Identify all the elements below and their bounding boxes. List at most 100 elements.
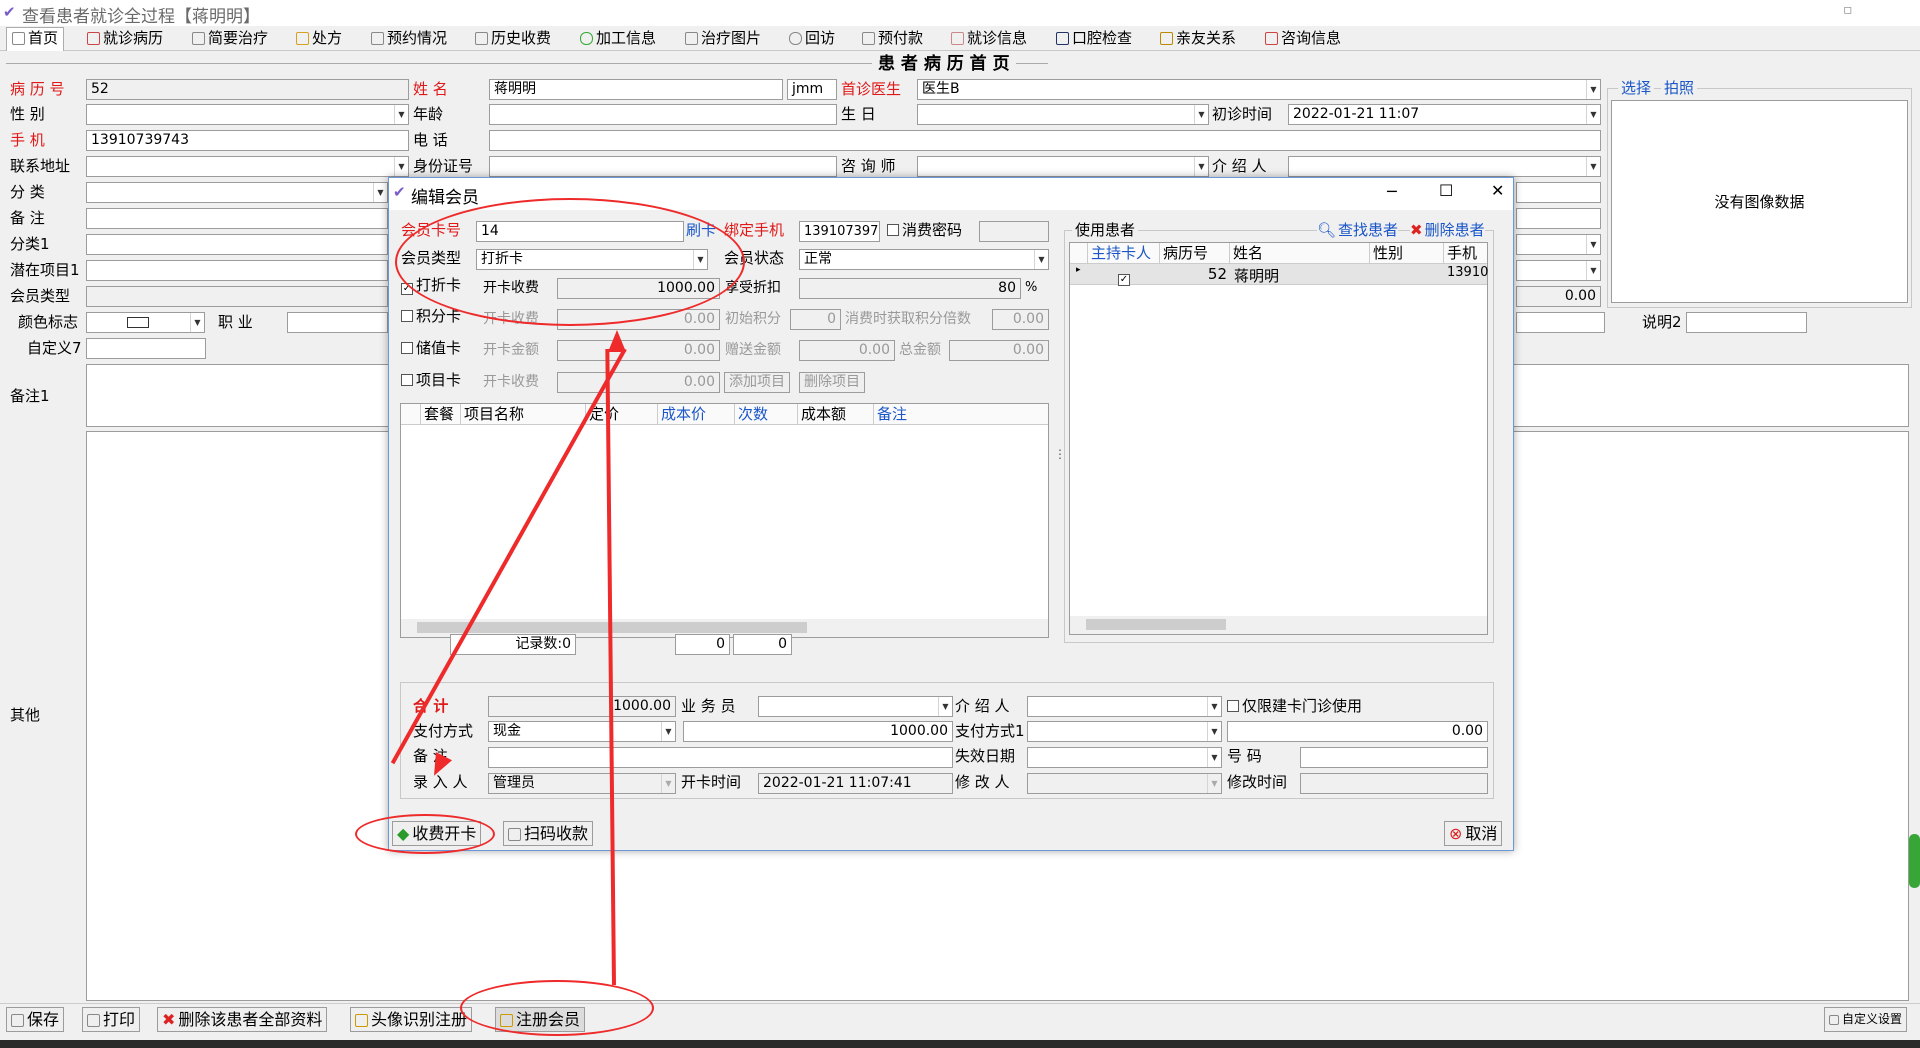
category-extra-field[interactable] (1516, 182, 1601, 203)
dropdown-arrow-icon[interactable]: ▼ (1207, 697, 1221, 716)
maximize-icon[interactable]: ☐ (1439, 181, 1453, 200)
remark-extra-field[interactable] (1516, 208, 1601, 229)
scrollbar-thumb[interactable] (1909, 834, 1920, 888)
tab-followup[interactable]: 回访 (789, 28, 835, 50)
phone-field[interactable] (489, 130, 1601, 151)
dropdown-arrow-icon[interactable]: ▼ (394, 105, 408, 124)
age-field[interactable] (489, 104, 837, 125)
only-clinic-checkbox[interactable]: 仅限建卡门诊使用 (1227, 696, 1362, 716)
item-card-checkbox[interactable]: 项目卡 (401, 370, 461, 390)
tab-history-fees[interactable]: 历史收费 (475, 28, 551, 50)
dropdown-arrow-icon[interactable]: ▼ (661, 722, 675, 741)
salesman-select[interactable]: ▼ (758, 696, 953, 717)
gender-select[interactable]: ▼ (86, 104, 409, 125)
remark-field[interactable] (86, 208, 388, 229)
tab-relatives[interactable]: 亲友关系 (1160, 28, 1236, 50)
member-status-select[interactable]: 正常 ▼ (799, 249, 1049, 270)
name-field[interactable]: 蒋明明 (489, 79, 783, 100)
tab-prescription[interactable]: 处方 (296, 28, 342, 50)
id-no-field[interactable] (489, 156, 837, 177)
category-select[interactable]: ▼ (86, 182, 388, 203)
stored-card-checkbox[interactable]: 储值卡 (401, 338, 461, 358)
footer-remark-field[interactable] (488, 747, 953, 768)
first-doctor-select[interactable]: 医生B ▼ (917, 79, 1601, 100)
dropdown-arrow-icon[interactable]: ▼ (1194, 157, 1208, 176)
tab-appointments[interactable]: 预约情况 (371, 28, 447, 50)
table-row[interactable]: ▸ ✓ 52 蒋明明 1391073 (1070, 264, 1489, 286)
dropdown-arrow-icon[interactable]: ▼ (938, 697, 952, 716)
birthday-field[interactable]: ▼ (917, 104, 1209, 125)
scrollbar[interactable] (1909, 364, 1920, 1001)
pay-amount-field[interactable]: 1000.00 (683, 721, 953, 742)
tab-visit-info[interactable]: 就诊信息 (951, 28, 1027, 50)
discount-field[interactable]: 80 (799, 278, 1021, 299)
dropdown-arrow-icon[interactable]: ▼ (373, 183, 387, 202)
dropdown-arrow-icon[interactable]: ▼ (1586, 157, 1600, 176)
dropdown-arrow-icon[interactable]: ▼ (394, 157, 408, 176)
save-button[interactable]: 保存 (6, 1007, 65, 1032)
dropdown-arrow-icon[interactable]: ▼ (1586, 261, 1600, 280)
patients-hscroll-thumb[interactable] (1086, 619, 1226, 630)
first-visit-field[interactable]: 2022-01-21 11:07 ▼ (1288, 104, 1601, 125)
items-grid[interactable]: 套餐 项目名称 定价 成本价 次数 成本额 备注 (400, 403, 1049, 638)
patients-hscrollbar[interactable] (1070, 616, 1487, 634)
footer-referrer-select[interactable]: ▼ (1027, 696, 1222, 717)
custom7-field[interactable] (86, 338, 206, 359)
delete-all-button[interactable]: ✖ 删除该患者全部资料 (157, 1007, 328, 1032)
expire-date-field[interactable]: ▼ (1027, 747, 1222, 768)
delete-patient-link[interactable]: ✖ 删除患者 (1410, 220, 1485, 240)
minimize-icon[interactable]: ─ (1387, 182, 1397, 201)
pinyin-field[interactable]: jmm (787, 79, 837, 100)
face-register-button[interactable]: 头像识别注册 (350, 1007, 473, 1032)
pay-method2-select[interactable]: ▼ (1027, 721, 1222, 742)
referrer-select[interactable]: ▼ (1288, 156, 1601, 177)
delete-item-button[interactable]: 删除项目 (799, 372, 865, 393)
find-patient-link[interactable]: 🔍︎ 查找患者 (1317, 220, 1399, 240)
dropdown-arrow-icon[interactable]: ▼ (1194, 105, 1208, 124)
pay2-amount-field[interactable]: 0.00 (1227, 721, 1488, 742)
consume-pwd-checkbox[interactable]: 消费密码 (887, 220, 962, 240)
tab-prepay[interactable]: 预付款 (862, 28, 923, 50)
print-button[interactable]: 打印 (82, 1007, 141, 1032)
dropdown-arrow-icon[interactable]: ▼ (1586, 235, 1600, 254)
consultant-select[interactable]: ▼ (917, 156, 1209, 177)
potential-field[interactable] (86, 260, 388, 281)
category1-field[interactable] (86, 234, 388, 255)
dropdown-arrow-icon[interactable]: ▼ (1586, 105, 1600, 124)
tab-images[interactable]: 治疗图片 (685, 28, 761, 50)
mobile-field[interactable]: 13910739743 (86, 130, 409, 151)
cancel-button[interactable]: ⊗ 取消 (1444, 821, 1503, 846)
tab-records[interactable]: 就诊病历 (87, 28, 163, 50)
tab-brief[interactable]: 简要治疗 (192, 28, 268, 50)
photo-select-link[interactable]: 选择 (1618, 78, 1655, 98)
tab-consult[interactable]: 咨询信息 (1265, 28, 1341, 50)
job-extra-field[interactable] (1516, 312, 1605, 333)
desc2-field[interactable] (1686, 312, 1807, 333)
tab-oral-exam[interactable]: 口腔检查 (1056, 28, 1132, 50)
photo-take-link[interactable]: 拍照 (1661, 78, 1698, 98)
add-item-button[interactable]: 添加项目 (724, 372, 790, 393)
dropdown-arrow-icon[interactable]: ▼ (190, 313, 204, 332)
restore-icon[interactable]: ▫ (1843, 2, 1853, 18)
custom-settings-button[interactable]: 自定义设置 (1824, 1007, 1908, 1032)
dropdown-arrow-icon[interactable]: ▼ (1207, 748, 1221, 767)
category1-extra-select[interactable]: ▼ (1516, 234, 1601, 255)
pay-method-select[interactable]: 现金 ▼ (488, 721, 676, 742)
number-field[interactable] (1300, 747, 1488, 768)
bind-phone-field[interactable]: 1391073974 (799, 221, 880, 242)
close-icon[interactable]: ✕ (1491, 181, 1504, 200)
job-field[interactable] (287, 312, 388, 333)
potential-extra-select[interactable]: ▼ (1516, 260, 1601, 281)
address-select[interactable]: ▼ (86, 156, 409, 177)
patients-grid[interactable]: 主持卡人 病历号 姓名 性别 手机 ▸ ✓ 52 蒋明明 1391073 (1069, 242, 1489, 635)
color-tag-select[interactable]: ▼ (86, 312, 205, 333)
category1-label: 分类1 (10, 235, 50, 253)
dropdown-arrow-icon[interactable]: ▼ (1034, 250, 1048, 269)
tab-processing[interactable]: 加工信息 (580, 28, 656, 50)
card-holder-checkbox[interactable]: ✓ (1118, 267, 1133, 286)
dropdown-arrow-icon[interactable]: ▼ (1207, 722, 1221, 741)
scan-pay-button[interactable]: 扫码收款 (503, 821, 594, 846)
col-name: 姓名 (1230, 243, 1370, 264)
dropdown-arrow-icon[interactable]: ▼ (1586, 80, 1600, 99)
tab-home[interactable]: 首页 (6, 27, 65, 51)
